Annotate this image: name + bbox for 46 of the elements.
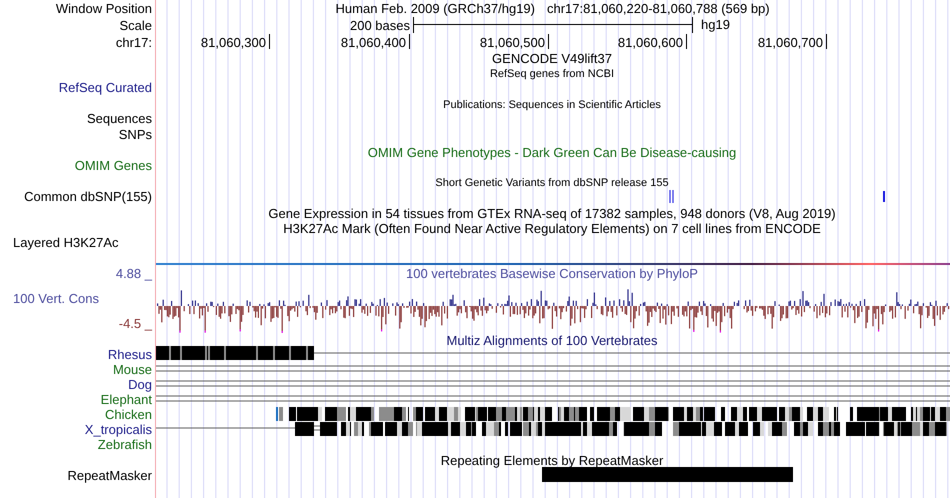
track-label[interactable]: 100 Vert. Cons <box>13 291 99 306</box>
species-label[interactable]: Rhesus <box>108 347 152 362</box>
track-title: Short Genetic Variants from dbSNP release 155 <box>435 177 669 189</box>
track-title: Publications: Sequences in Scientific Articles <box>443 99 661 111</box>
tick-mark <box>269 34 270 50</box>
variant-mark <box>672 190 674 203</box>
axis-max-label: 4.88 _ <box>116 266 152 281</box>
track-label[interactable]: SNPs <box>118 127 152 142</box>
row-label: Window Position <box>56 1 152 16</box>
row-label: chr17: <box>116 35 152 50</box>
position-label: 81,060,700 <box>758 35 823 50</box>
species-label[interactable]: Chicken <box>105 407 152 422</box>
variant-mark <box>883 191 885 202</box>
species-label[interactable]: Dog <box>128 377 152 392</box>
track-title: Repeating Elements by RepeatMasker <box>440 453 664 468</box>
position-label: 81,060,500 <box>480 35 545 50</box>
position-range: chr17:81,060,220-81,060,788 (569 bp) <box>547 1 770 16</box>
assembly-name: Human Feb. 2009 (GRCh37/hg19) <box>336 1 535 16</box>
track-title: RefSeq genes from NCBI <box>490 68 614 80</box>
scale-length: 200 bases <box>350 18 410 33</box>
scale-assembly: hg19 <box>701 17 730 32</box>
species-label[interactable]: Zebrafish <box>98 437 152 452</box>
position-label: 81,060,600 <box>618 35 683 50</box>
species-label[interactable]: Mouse <box>112 362 152 377</box>
track-title: H3K27Ac Mark (Often Found Near Active Regulatory Elements) on 7 cell lines from ENCODE <box>283 221 821 236</box>
track-label[interactable]: RefSeq Curated <box>58 80 152 95</box>
track-label[interactable]: Sequences <box>86 111 152 126</box>
tick-mark <box>548 34 549 50</box>
species-label[interactable]: Elephant <box>100 392 152 407</box>
tick-mark <box>826 34 827 50</box>
species-label[interactable]: X_tropicalis <box>84 422 152 437</box>
track-title: Multiz Alignments of 100 Vertebrates <box>446 333 658 348</box>
track-title: GENCODE V49lift37 <box>492 51 612 66</box>
track-label[interactable]: Layered H3K27Ac <box>13 235 119 250</box>
track-label[interactable]: RepeatMasker <box>67 468 152 483</box>
track-title: 100 vertebrates Basewise Conservation by PhyloP <box>406 266 698 281</box>
track-title: Gene Expression in 54 tissues from GTEx RNA-seq of 17382 samples, 948 donors (V8, Aug 2019) <box>268 206 836 221</box>
track-label[interactable]: Common dbSNP(155) <box>24 189 152 204</box>
row-label: Scale <box>119 18 152 33</box>
track-title: OMIM Gene Phenotypes - Dark Green Can Be Disease-causing <box>368 145 736 160</box>
position-label: 81,060,300 <box>200 35 266 50</box>
position-label: 81,060,400 <box>340 35 406 50</box>
tick-mark <box>409 34 410 50</box>
track-label[interactable]: OMIM Genes <box>74 158 152 173</box>
axis-min-label: -4.5 _ <box>118 316 152 331</box>
tick-mark <box>686 34 687 50</box>
